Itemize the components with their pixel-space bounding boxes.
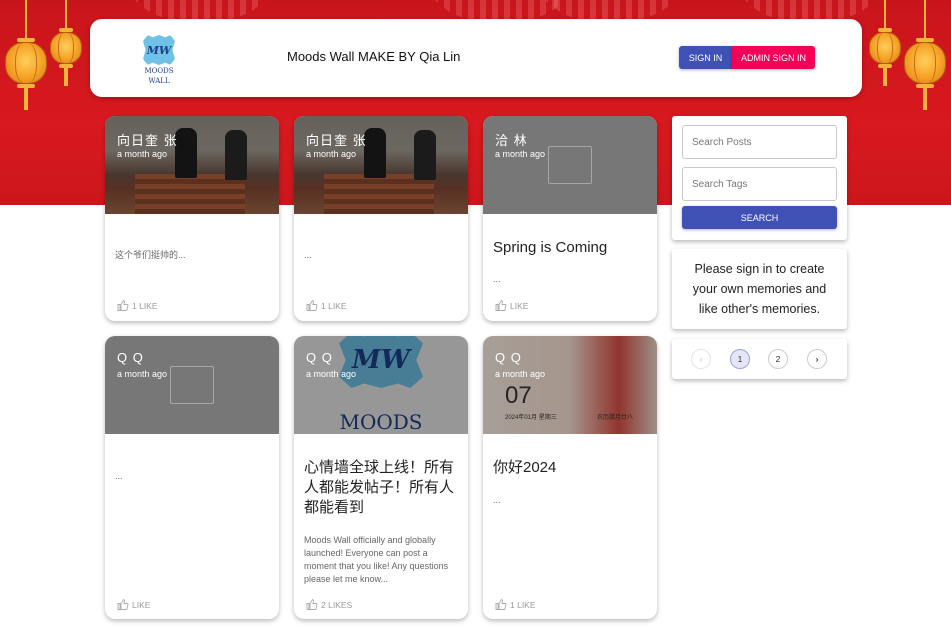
post-author: 洽 林	[495, 133, 528, 148]
post-time: a month ago	[495, 369, 546, 379]
lantern-icon	[869, 0, 901, 88]
like-count: LIKE	[132, 599, 151, 610]
post-message: ...	[493, 495, 501, 505]
like-button[interactable]: LIKE	[117, 599, 150, 610]
admin-sign-in-button[interactable]: ADMIN SIGN IN	[732, 46, 815, 69]
post-card[interactable]: 07 2024年01月 星期三 农历腊月廿八 Q Q a month ago 你…	[483, 336, 657, 619]
post-card[interactable]: MW MOODS Q Q a month ago 心情墙全球上线！所有人都能发帖…	[294, 336, 468, 619]
thumb-up-icon	[495, 300, 507, 311]
search-panel: SEARCH	[672, 116, 847, 240]
search-button[interactable]: SEARCH	[682, 206, 837, 229]
post-title: Spring is Coming	[493, 239, 608, 256]
fan-decoration	[120, 0, 280, 20]
image-placeholder-icon	[170, 366, 214, 404]
post-card[interactable]: 向日奎 张 a month ago ... 1 LIKE	[294, 116, 468, 321]
thumb-up-icon	[306, 599, 318, 610]
app-title: Moods Wall MAKE BY Qia Lin	[287, 49, 461, 64]
like-button[interactable]: LIKE	[495, 300, 528, 311]
post-card[interactable]: 洽 林 a month ago Spring is Coming ... LIK…	[483, 116, 657, 321]
thumb-up-icon	[117, 300, 129, 311]
image-placeholder-icon	[548, 146, 592, 184]
lantern-icon	[50, 0, 82, 88]
logo-text-line1: MOODS	[144, 67, 174, 75]
logo-badge: MW	[143, 35, 175, 65]
sign-in-button[interactable]: SIGN IN	[679, 46, 732, 69]
lantern-icon	[5, 0, 47, 112]
logo-text-line2: WALL	[148, 77, 170, 85]
search-tags-input[interactable]	[682, 167, 837, 201]
post-message: 这个爷们挺帅的...	[115, 250, 186, 260]
post-time: a month ago	[306, 149, 357, 159]
search-posts-input[interactable]	[682, 125, 837, 159]
fan-decoration	[730, 0, 890, 20]
like-count: LIKE	[510, 300, 529, 311]
post-time: a month ago	[306, 369, 357, 379]
prev-page-button[interactable]: ‹	[691, 349, 711, 369]
post-author: Q Q	[117, 350, 144, 365]
lantern-icon	[904, 0, 946, 112]
post-time: a month ago	[117, 149, 168, 159]
post-author: 向日奎 张	[117, 133, 178, 148]
post-card[interactable]: 向日奎 张 a month ago 这个爷们挺帅的... 1 LIKE	[105, 116, 279, 321]
like-button[interactable]: 1 LIKE	[306, 300, 347, 311]
app-logo[interactable]: MW MOODS WALL	[142, 35, 176, 87]
fan-decoration	[530, 0, 690, 20]
page-button-2[interactable]: 2	[768, 349, 788, 369]
post-time: a month ago	[117, 369, 168, 379]
app-header: MW MOODS WALL Moods Wall MAKE BY Qia Lin…	[90, 19, 862, 97]
thumb-up-icon	[117, 599, 129, 610]
post-author: Q Q	[306, 350, 333, 365]
like-button[interactable]: 2 LIKES	[306, 599, 352, 610]
like-count: 1 LIKE	[321, 300, 347, 311]
post-message: Moods Wall officially and globally launc…	[304, 535, 449, 584]
thumb-up-icon	[495, 599, 507, 610]
post-author: 向日奎 张	[306, 133, 367, 148]
like-button[interactable]: 1 LIKE	[117, 300, 158, 311]
signin-message: Please sign in to create your own memori…	[672, 249, 847, 329]
post-message: ...	[493, 274, 501, 284]
pagination: ‹ 1 2 ›	[672, 339, 847, 379]
like-count: 1 LIKE	[132, 300, 158, 311]
post-title: 你好2024	[493, 459, 557, 476]
next-page-button[interactable]: ›	[807, 349, 827, 369]
post-card[interactable]: Q Q a month ago ... LIKE	[105, 336, 279, 619]
like-button[interactable]: 1 LIKE	[495, 599, 536, 610]
post-author: Q Q	[495, 350, 522, 365]
post-time: a month ago	[495, 149, 546, 159]
thumb-up-icon	[306, 300, 318, 311]
post-message: ...	[304, 250, 312, 260]
post-title: 心情墙全球上线！所有人都能发帖子！所有人都能看到	[304, 459, 455, 516]
post-message: ...	[115, 471, 123, 481]
like-count: 1 LIKE	[510, 599, 536, 610]
like-count: 2 LIKES	[321, 599, 353, 610]
page-button-1[interactable]: 1	[730, 349, 750, 369]
